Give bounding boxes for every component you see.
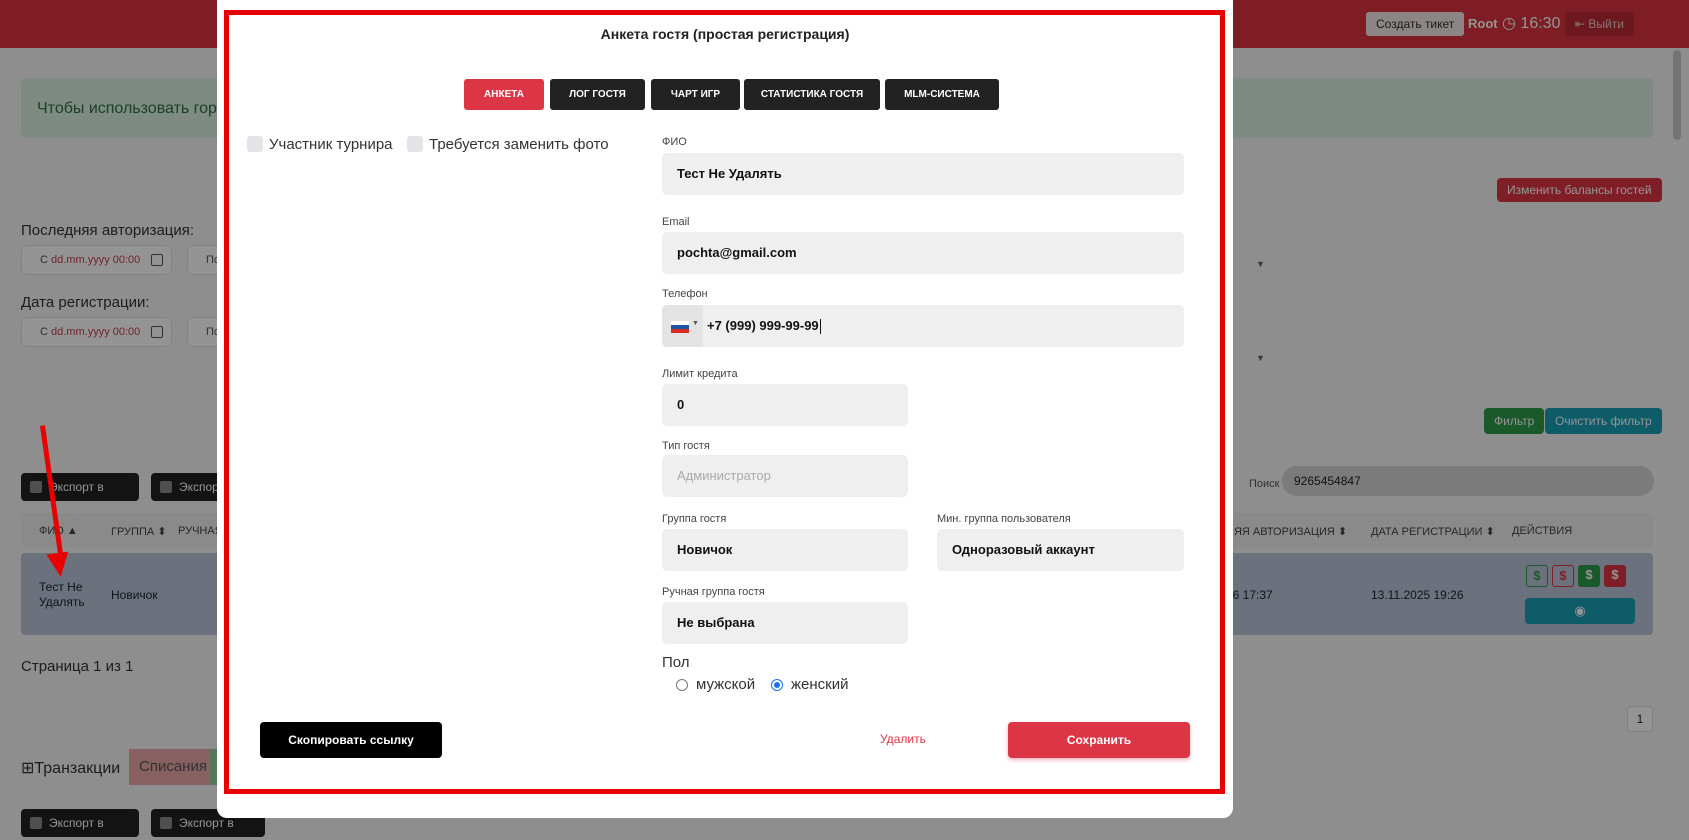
- credit-limit-input[interactable]: 0: [662, 384, 908, 426]
- text-cursor: [819, 319, 821, 335]
- modal-title: Анкета гостя (простая регистрация): [600, 26, 850, 42]
- tab-guest-log[interactable]: Лог гостя: [550, 79, 645, 110]
- phone-value: +7 (999) 999-99-99: [707, 318, 819, 333]
- tab-mlm-system[interactable]: MLM-система: [885, 79, 999, 110]
- min-user-group-input[interactable]: Одноразовый аккаунт: [937, 529, 1184, 571]
- replace-photo-checkbox-label: Требуется заменить фото: [429, 135, 609, 153]
- phone-label: Телефон: [662, 288, 708, 300]
- email-label: Email: [662, 216, 690, 228]
- tab-guest-stats[interactable]: Статистика гостя: [744, 79, 880, 110]
- manual-group-label: Ручная группа гостя: [662, 586, 765, 598]
- radio-circle-selected[interactable]: [771, 678, 783, 691]
- guest-group-label: Группа гостя: [662, 513, 727, 525]
- email-input[interactable]: pochta@gmail.com: [662, 232, 1184, 274]
- radio-circle[interactable]: [676, 678, 688, 691]
- chevron-down-icon: ▼: [692, 320, 699, 327]
- gender-female-radio[interactable]: женский: [771, 676, 848, 693]
- replace-photo-checkbox[interactable]: Требуется заменить фото: [407, 134, 609, 154]
- country-selector[interactable]: ▼: [662, 305, 703, 347]
- guest-group-input[interactable]: Новичок: [662, 529, 908, 571]
- delete-button[interactable]: Удалить: [880, 732, 926, 746]
- tab-games-chart[interactable]: Чарт игр: [651, 79, 740, 110]
- gender-label: Пол: [662, 654, 690, 671]
- russia-flag-icon: [671, 321, 689, 333]
- tournament-checkbox[interactable]: Участник турнира: [247, 134, 393, 154]
- copy-link-button[interactable]: Скопировать ссылку: [260, 722, 442, 758]
- guest-type-input: Администратор: [662, 455, 908, 497]
- checkbox-box[interactable]: [247, 136, 263, 152]
- manual-group-input[interactable]: Не выбрана: [662, 602, 908, 644]
- credit-limit-label: Лимит кредита: [662, 368, 738, 380]
- tournament-checkbox-label: Участник турнира: [269, 135, 393, 153]
- save-button[interactable]: Сохранить: [1008, 722, 1190, 758]
- tab-anketa[interactable]: Анкета: [464, 79, 544, 110]
- gender-male-label: мужской: [696, 676, 756, 693]
- phone-input[interactable]: +7 (999) 999-99-99: [662, 305, 1184, 347]
- fio-label: ФИО: [662, 136, 687, 148]
- gender-female-label: женский: [791, 676, 849, 693]
- annotation-arrow-head: [46, 551, 72, 579]
- gender-male-radio[interactable]: мужской: [676, 676, 755, 693]
- fio-input[interactable]: Тест Не Удалять: [662, 153, 1184, 195]
- min-user-group-label: Мин. группа пользователя: [937, 513, 1071, 525]
- guest-type-label: Тип гостя: [662, 440, 710, 452]
- checkbox-box[interactable]: [407, 136, 423, 152]
